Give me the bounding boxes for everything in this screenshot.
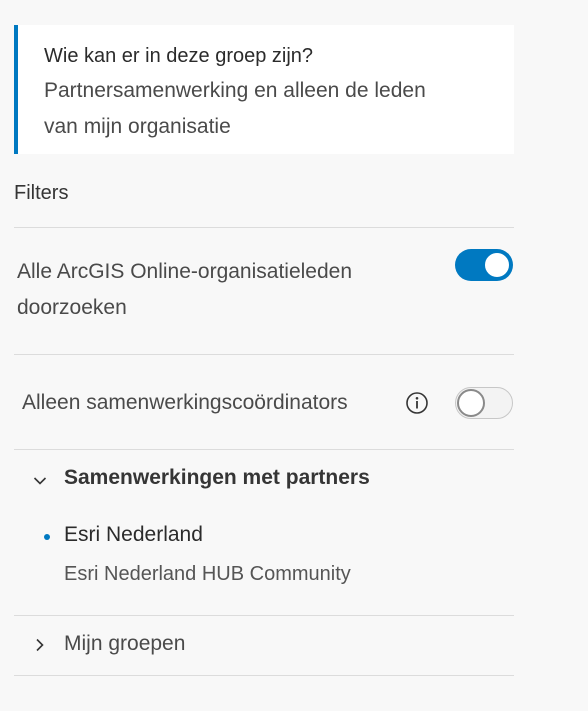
chevron-right-icon[interactable] [33, 638, 47, 652]
search-all-members-label-line-2: doorzoeken [17, 296, 127, 319]
divider [14, 615, 514, 616]
search-all-members-toggle[interactable] [455, 249, 513, 281]
chevron-down-icon[interactable] [33, 474, 47, 488]
search-all-members-label: Alle ArcGIS Online-organisatieleden [17, 260, 353, 283]
list-bullet [44, 534, 50, 540]
group-membership-notice: Wie kan er in deze groep zijn? Partnersa… [14, 25, 514, 154]
divider [14, 675, 514, 676]
notice-title: Wie kan er in deze groep zijn? [44, 45, 314, 67]
my-groups-heading[interactable]: Mijn groepen [64, 632, 185, 656]
divider [14, 227, 514, 228]
divider [14, 354, 514, 355]
notice-body-line-1: Partnersamenwerking en alleen de leden [44, 79, 426, 102]
coordinators-only-toggle[interactable] [455, 387, 513, 419]
toggle-knob [483, 251, 511, 279]
notice-body-line-2: van mijn organisatie [44, 115, 231, 138]
divider [14, 449, 514, 450]
toggle-knob [457, 389, 485, 417]
filters-heading: Filters [14, 182, 69, 204]
partner-collaborations-heading[interactable]: Samenwerkingen met partners [64, 466, 370, 490]
coordinators-only-label: Alleen samenwerkingscoördinators [22, 391, 348, 414]
partner-community: Esri Nederland HUB Community [64, 563, 351, 585]
info-icon[interactable] [405, 391, 429, 415]
partner-name[interactable]: Esri Nederland [64, 523, 203, 547]
